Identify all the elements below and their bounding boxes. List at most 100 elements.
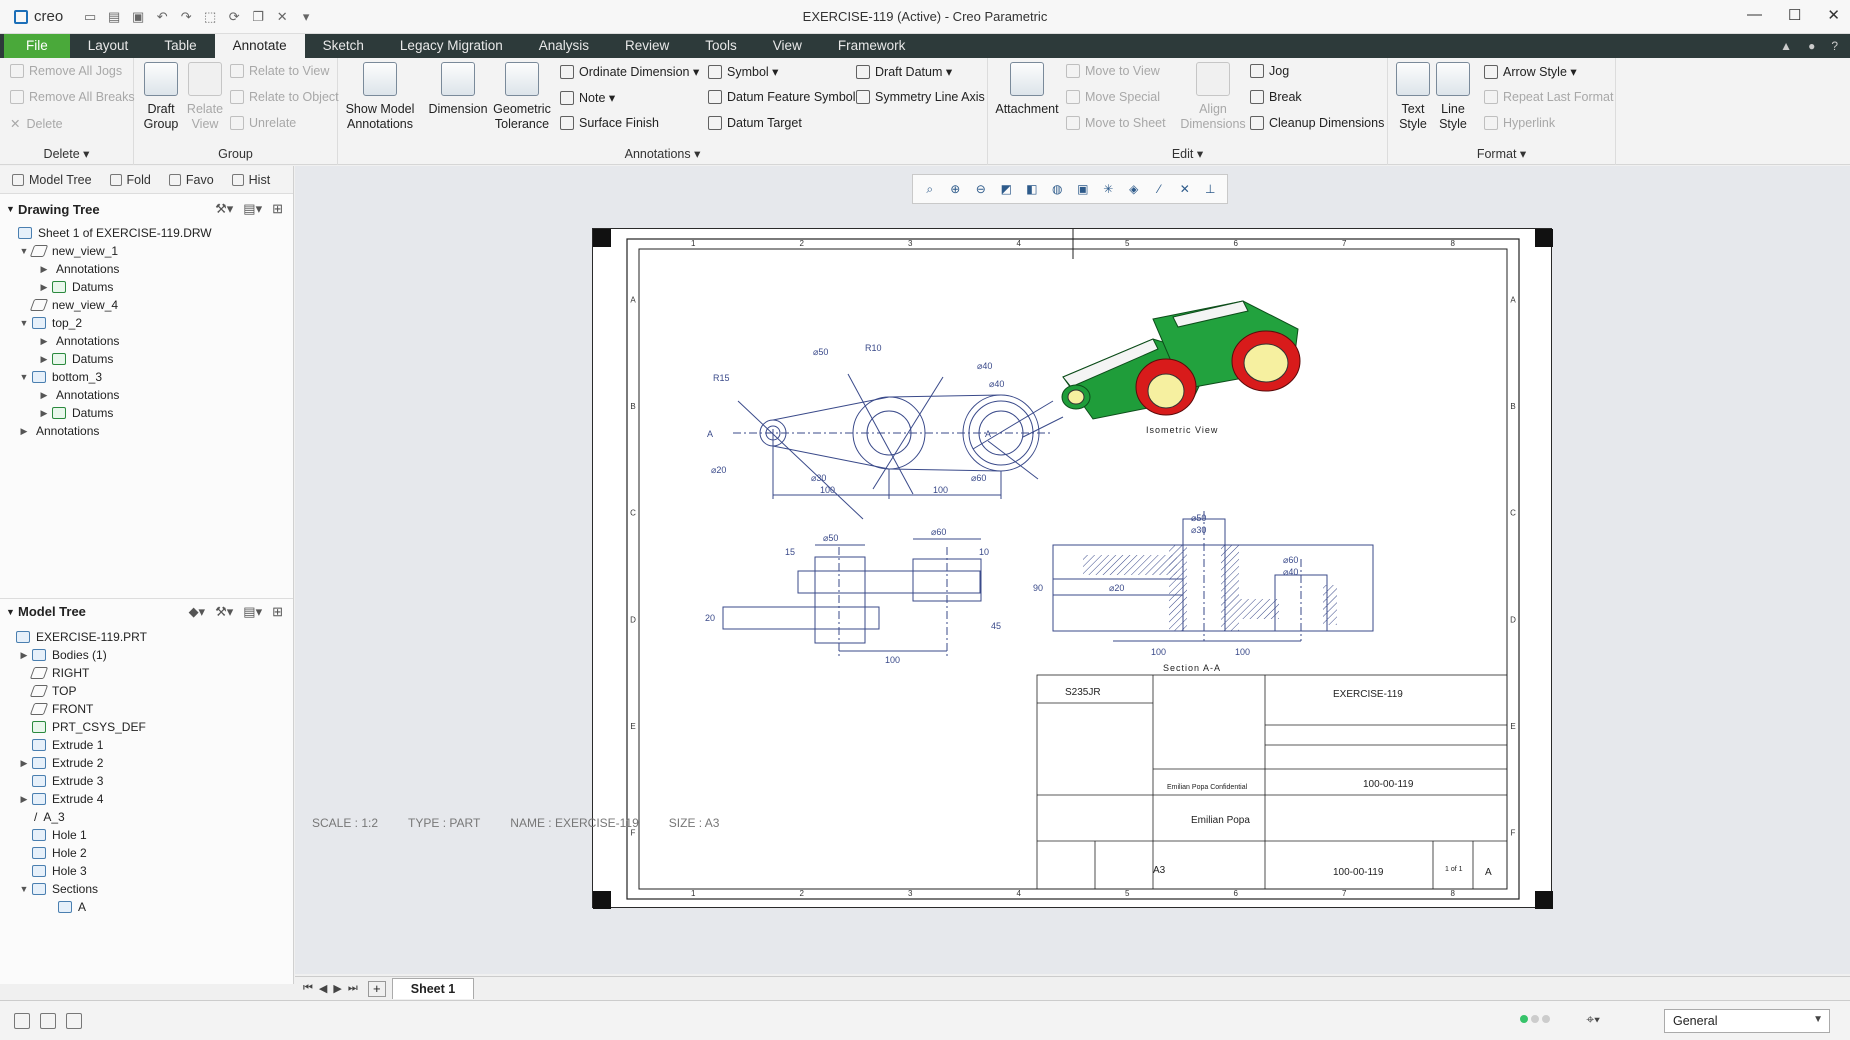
- delete-group-title[interactable]: Delete ▾: [0, 146, 133, 161]
- refit-icon[interactable]: ⌕: [922, 181, 938, 197]
- tree-node-new-view-1[interactable]: ▼ new_view_1: [18, 242, 119, 260]
- dim-100[interactable]: 100: [820, 485, 835, 495]
- tree-node-front[interactable]: FRONT: [29, 700, 93, 718]
- dim-d50[interactable]: ⌀50: [1191, 513, 1206, 523]
- isometric-model[interactable]: [1061, 300, 1301, 420]
- cleanup-dimensions-button[interactable]: Cleanup Dimensions: [1250, 116, 1384, 130]
- tab-history[interactable]: Hist: [231, 173, 270, 187]
- tree-node-sections[interactable]: ▼ Sections: [18, 880, 99, 898]
- regenerate-icon[interactable]: ⟳: [225, 9, 243, 25]
- tree-node-annotations[interactable]: ▶ Annotations: [38, 386, 120, 404]
- datum-feature-symbol-button[interactable]: Datum Feature Symbol: [708, 90, 856, 104]
- dim-20[interactable]: 20: [705, 613, 715, 623]
- tree-node-extrude-3[interactable]: Extrude 3: [30, 772, 103, 790]
- tab-framework[interactable]: Framework: [820, 34, 924, 58]
- help-icon[interactable]: ?: [1831, 34, 1838, 58]
- tree-settings-icon[interactable]: ⚒▾: [215, 201, 233, 217]
- datum-display-icon[interactable]: ✳: [1100, 181, 1116, 197]
- ordinate-dimension-button[interactable]: Ordinate Dimension ▾: [560, 64, 699, 79]
- sheet-tab-1[interactable]: Sheet 1: [391, 978, 475, 999]
- tab-annotate[interactable]: Annotate: [214, 34, 305, 58]
- point-display-icon[interactable]: ✕: [1177, 181, 1193, 197]
- zoom-out-icon[interactable]: ⊖: [973, 181, 989, 197]
- tree-node-hole-1[interactable]: Hole 1: [30, 826, 87, 844]
- tab-layout[interactable]: Layout: [70, 34, 147, 58]
- tree-node-extrude-2[interactable]: ▶ Extrude 2: [18, 754, 104, 772]
- tree-node-annotations[interactable]: ▶ Annotations: [38, 332, 120, 350]
- tree-settings-icon[interactable]: ⚒▾: [215, 604, 233, 620]
- tree-node-annotations[interactable]: ▶ Annotations: [18, 422, 100, 440]
- dim-100[interactable]: 100: [1235, 647, 1250, 657]
- save-icon[interactable]: ▣: [129, 9, 147, 25]
- model-tree-header[interactable]: ▼ Model Tree ◆▾ ⚒▾ ▤▾ ⊞: [0, 598, 293, 624]
- full-screen-icon[interactable]: [66, 1013, 82, 1029]
- dim-100[interactable]: 100: [885, 655, 900, 665]
- tree-node-section-a[interactable]: A: [56, 898, 86, 916]
- tab-folder-browser[interactable]: Fold: [109, 173, 151, 187]
- graphics-area[interactable]: ⌕ ⊕ ⊖ ◩ ◧ ◍ ▣ ✳ ◈ ⁄ ✕ ⊥ 1122334455667788…: [295, 166, 1850, 974]
- annotations-group-title[interactable]: Annotations ▾: [338, 146, 987, 161]
- jog-button[interactable]: Jog: [1250, 64, 1289, 78]
- select-box-icon[interactable]: ⬚: [201, 9, 219, 25]
- tab-tools[interactable]: Tools: [687, 34, 755, 58]
- tree-node-part[interactable]: EXERCISE-119.PRT: [14, 628, 147, 646]
- undo-icon[interactable]: ↶: [153, 9, 171, 25]
- dim-90[interactable]: 90: [1033, 583, 1043, 593]
- dim-d30[interactable]: ⌀30: [1191, 525, 1206, 535]
- dim-d70[interactable]: ⌀40: [977, 361, 992, 371]
- dim-d60[interactable]: ⌀60: [931, 527, 946, 537]
- relate-view-button[interactable]: Relate View: [184, 62, 226, 132]
- dim-r15[interactable]: R15: [713, 373, 730, 383]
- geometric-tolerance-button[interactable]: Geometric Tolerance: [490, 62, 554, 132]
- dim-d50[interactable]: ⌀50: [813, 347, 828, 357]
- move-to-sheet-button[interactable]: Move to Sheet: [1066, 116, 1166, 130]
- maximize-icon[interactable]: ☐: [1788, 6, 1801, 24]
- toggle-navigator-icon[interactable]: [14, 1013, 30, 1029]
- tab-model-tree[interactable]: Model Tree: [12, 173, 92, 187]
- remove-all-jogs-button[interactable]: Remove All Jogs: [10, 64, 122, 78]
- tree-node-datums[interactable]: ▶ Datums: [38, 350, 114, 368]
- line-style-button[interactable]: Line Style: [1432, 62, 1474, 132]
- dim-d40[interactable]: ⌀40: [989, 379, 1004, 389]
- tree-node-top-2[interactable]: ▼ top_2: [18, 314, 83, 332]
- drawing-tree-header[interactable]: ▼ Drawing Tree ⚒▾ ▤▾ ⊞: [0, 196, 293, 222]
- format-group-title[interactable]: Format ▾: [1388, 146, 1615, 161]
- repaint-icon[interactable]: ◩: [998, 181, 1014, 197]
- close-window-icon[interactable]: ✕: [273, 9, 291, 25]
- tab-analysis[interactable]: Analysis: [521, 34, 607, 58]
- show-model-annotations-button[interactable]: Show Model Annotations: [342, 62, 418, 132]
- section-marker-a[interactable]: A: [985, 429, 991, 439]
- open-icon[interactable]: ▤: [105, 9, 123, 25]
- symmetry-line-axis-button[interactable]: Symmetry Line Axis: [856, 90, 985, 104]
- tree-columns-icon[interactable]: ▤▾: [243, 201, 262, 217]
- next-sheet-icon[interactable]: ▶: [333, 982, 341, 995]
- customize-icon[interactable]: ▾: [297, 9, 315, 25]
- view-manager-icon[interactable]: ▣: [1075, 181, 1091, 197]
- csys-display-icon[interactable]: ⊥: [1202, 181, 1218, 197]
- dim-d40[interactable]: ⌀40: [1283, 567, 1298, 577]
- display-style-icon[interactable]: ◍: [1049, 181, 1065, 197]
- first-sheet-icon[interactable]: ⏮: [303, 982, 313, 995]
- tab-table[interactable]: Table: [146, 34, 214, 58]
- relate-to-object-button[interactable]: Relate to Object: [230, 90, 339, 104]
- draft-datum-button[interactable]: Draft Datum ▾: [856, 64, 952, 79]
- attachment-button[interactable]: Attachment: [992, 62, 1062, 117]
- dim-100[interactable]: 100: [1151, 647, 1166, 657]
- dimension-button[interactable]: Dimension: [426, 62, 490, 117]
- tree-node-axis[interactable]: / A_3: [30, 808, 65, 826]
- selection-filter[interactable]: General ▼: [1664, 1009, 1830, 1033]
- isometric-view-label[interactable]: Isometric View: [1146, 425, 1218, 435]
- saved-orientations-icon[interactable]: ◧: [1024, 181, 1040, 197]
- align-dimensions-button[interactable]: Align Dimensions: [1178, 62, 1248, 132]
- symbol-button[interactable]: Symbol ▾: [708, 64, 778, 79]
- unrelate-button[interactable]: Unrelate: [230, 116, 296, 130]
- dim-d60[interactable]: ⌀60: [1283, 555, 1298, 565]
- tree-filter-icon[interactable]: ⊞: [272, 604, 283, 620]
- collapse-ribbon-icon[interactable]: ▲: [1780, 34, 1792, 58]
- tab-file[interactable]: File: [4, 34, 70, 58]
- close-icon[interactable]: ✕: [1827, 6, 1840, 24]
- tree-node-datums[interactable]: ▶ Datums: [38, 278, 114, 296]
- toggle-browser-icon[interactable]: [40, 1013, 56, 1029]
- dim-d60[interactable]: ⌀60: [971, 473, 986, 483]
- redo-icon[interactable]: ↷: [177, 9, 195, 25]
